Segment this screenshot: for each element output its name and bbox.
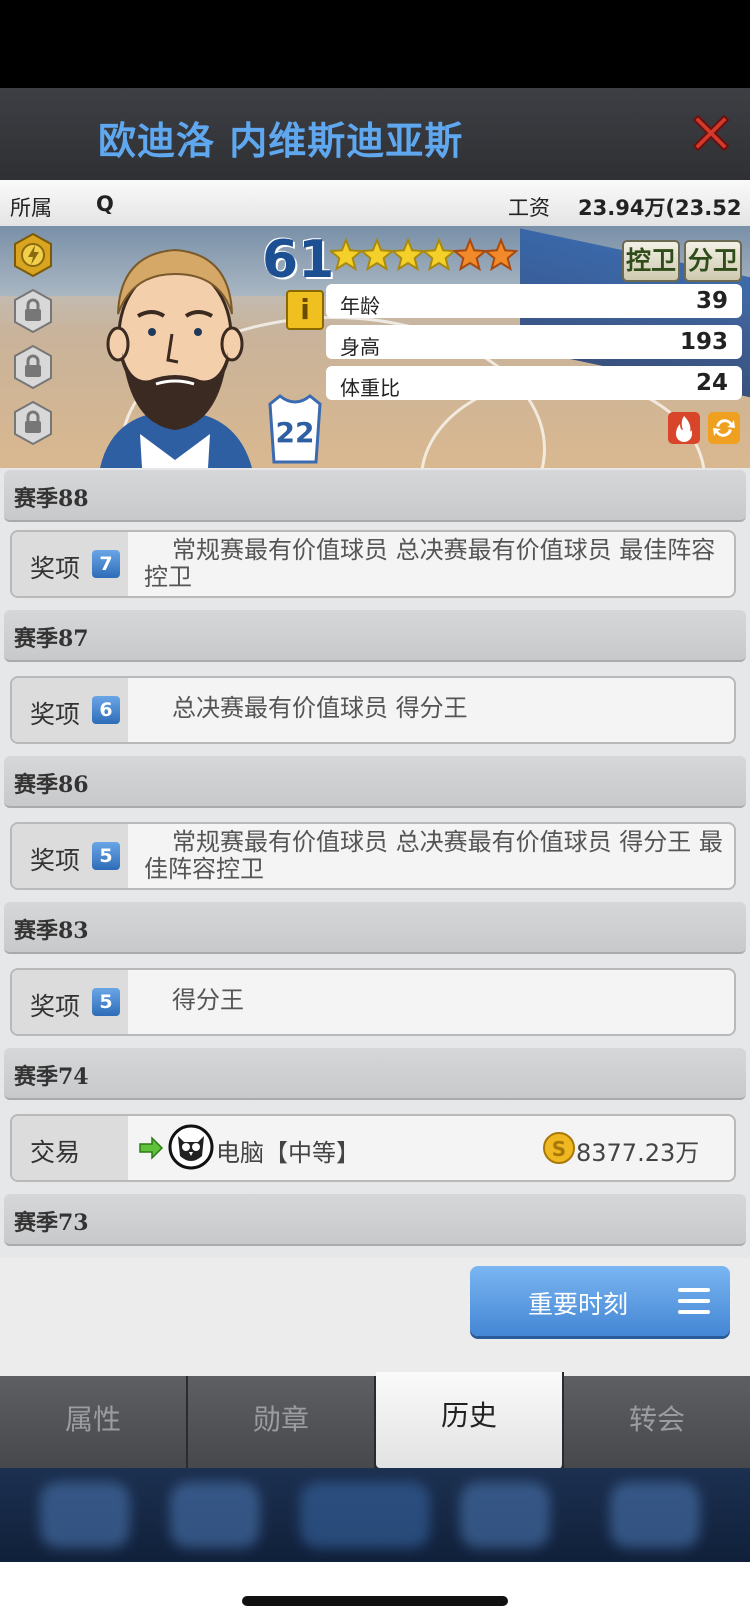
stat-value: 39 — [695, 288, 728, 314]
position-tag-sg: 分卫 — [684, 240, 742, 282]
close-icon[interactable] — [688, 110, 734, 156]
arrow-right-icon — [139, 1136, 164, 1160]
fire-icon[interactable] — [668, 412, 700, 444]
lightning-badge-icon[interactable] — [12, 232, 54, 278]
season-label: 赛季86 — [14, 772, 89, 798]
lock-icon — [14, 400, 52, 446]
tab-transfer[interactable]: 转会 — [564, 1376, 750, 1468]
record-type: 交易 — [30, 1138, 81, 1167]
svg-text:S: S — [552, 1137, 566, 1161]
stat-label: 年龄 — [340, 294, 380, 318]
stat-row-age: 年龄 39 — [326, 284, 742, 318]
home-indicator[interactable] — [242, 1596, 508, 1606]
stat-label: 体重比 — [340, 376, 400, 400]
stat-row-height: 身高 193 — [326, 325, 742, 359]
season-label: 赛季88 — [14, 486, 89, 512]
background-nav — [0, 1468, 750, 1562]
player-avatar — [100, 248, 252, 468]
record-type: 奖项 — [30, 992, 81, 1021]
award-count-badge: 6 — [92, 696, 120, 724]
record-type: 奖项 — [30, 554, 81, 583]
player-name-title: 欧迪洛 内维斯迪亚斯 — [98, 119, 464, 163]
important-moments-label: 重要时刻 — [528, 1290, 629, 1319]
star-icon — [330, 237, 364, 272]
season-label: 赛季87 — [14, 626, 89, 652]
menu-icon — [678, 1288, 710, 1314]
trade-row: 交易 电脑【中等】 S 8377.23万 — [10, 1114, 736, 1182]
stat-value: 24 — [695, 370, 728, 396]
coin-icon: S — [543, 1132, 575, 1164]
important-moments-button[interactable]: 重要时刻 — [470, 1266, 730, 1336]
stat-value: 193 — [679, 329, 728, 355]
team-value: Q — [96, 192, 114, 216]
award-count-badge: 5 — [92, 988, 120, 1016]
team-label: 所属 — [10, 196, 52, 220]
salary-label: 工资 — [508, 196, 550, 220]
jersey-number: 22 — [275, 416, 315, 449]
tab-attributes[interactable]: 属性 — [0, 1376, 188, 1468]
list-item: 奖项 5 常规赛最有价值球员 总决赛最有价值球员 得分王 最佳阵容控卫 — [10, 822, 736, 890]
player-rating: 61 — [262, 230, 335, 290]
star-icon — [359, 237, 395, 272]
trade-amount: 8377.23万 — [576, 1139, 700, 1167]
star-icon — [421, 237, 457, 272]
swap-icon[interactable] — [708, 412, 740, 444]
list-item: 奖项 5 得分王 — [10, 968, 736, 1036]
record-type: 奖项 — [30, 846, 81, 875]
star-icon — [390, 237, 426, 272]
tab-badges[interactable]: 勋章 — [188, 1376, 376, 1468]
owl-logo-icon — [168, 1124, 214, 1170]
season-header: 赛季74 — [4, 1048, 746, 1100]
season-label: 赛季74 — [14, 1064, 89, 1090]
season-header: 赛季86 — [4, 756, 746, 808]
position-tag-pg: 控卫 — [622, 240, 680, 282]
season-header: 赛季88 — [4, 470, 746, 522]
season-header: 赛季83 — [4, 902, 746, 954]
info-icon[interactable]: i — [286, 290, 324, 330]
tab-history[interactable]: 历史 — [376, 1372, 564, 1468]
award-count-badge: 7 — [92, 550, 120, 578]
info-bar: 所属 Q 工资 23.94万(23.52万) — [0, 180, 750, 250]
stat-label: 身高 — [340, 335, 380, 359]
season-header: 赛季73 — [4, 1194, 746, 1246]
history-list[interactable]: 赛季88 奖项 7 常规赛最有价值球员 总决赛最有价值球员 最佳阵容控卫 赛季8… — [0, 468, 750, 1258]
list-item: 奖项 7 常规赛最有价值球员 总决赛最有价值球员 最佳阵容控卫 — [10, 530, 736, 598]
home-area — [0, 1562, 750, 1624]
record-type: 奖项 — [30, 700, 81, 729]
player-card: 61 控卫 分卫 i 年龄 39 身高 193 体重比 24 22 — [0, 226, 750, 468]
star-icon — [483, 237, 519, 272]
star-icon — [452, 237, 488, 272]
trade-team: 电脑【中等】 — [216, 1139, 360, 1167]
season-header: 赛季87 — [4, 610, 746, 662]
award-count-badge: 5 — [92, 842, 120, 870]
season-label: 赛季83 — [14, 918, 89, 944]
star-rating — [330, 237, 519, 272]
lock-icon — [14, 344, 52, 390]
stat-row-weight-ratio: 体重比 24 — [326, 366, 742, 400]
award-list: 总决赛最有价值球员 得分王 — [172, 694, 468, 722]
tab-bar: 属性 勋章 历史 转会 — [0, 1372, 750, 1468]
list-item: 奖项 6 总决赛最有价值球员 得分王 — [10, 676, 736, 744]
award-list: 常规赛最有价值球员 总决赛最有价值球员 最佳阵容控卫 — [144, 536, 716, 591]
lock-icon — [14, 288, 52, 334]
award-list: 得分王 — [172, 986, 244, 1014]
award-list: 常规赛最有价值球员 总决赛最有价值球员 得分王 最佳阵容控卫 — [144, 828, 723, 883]
season-label: 赛季73 — [14, 1210, 89, 1236]
